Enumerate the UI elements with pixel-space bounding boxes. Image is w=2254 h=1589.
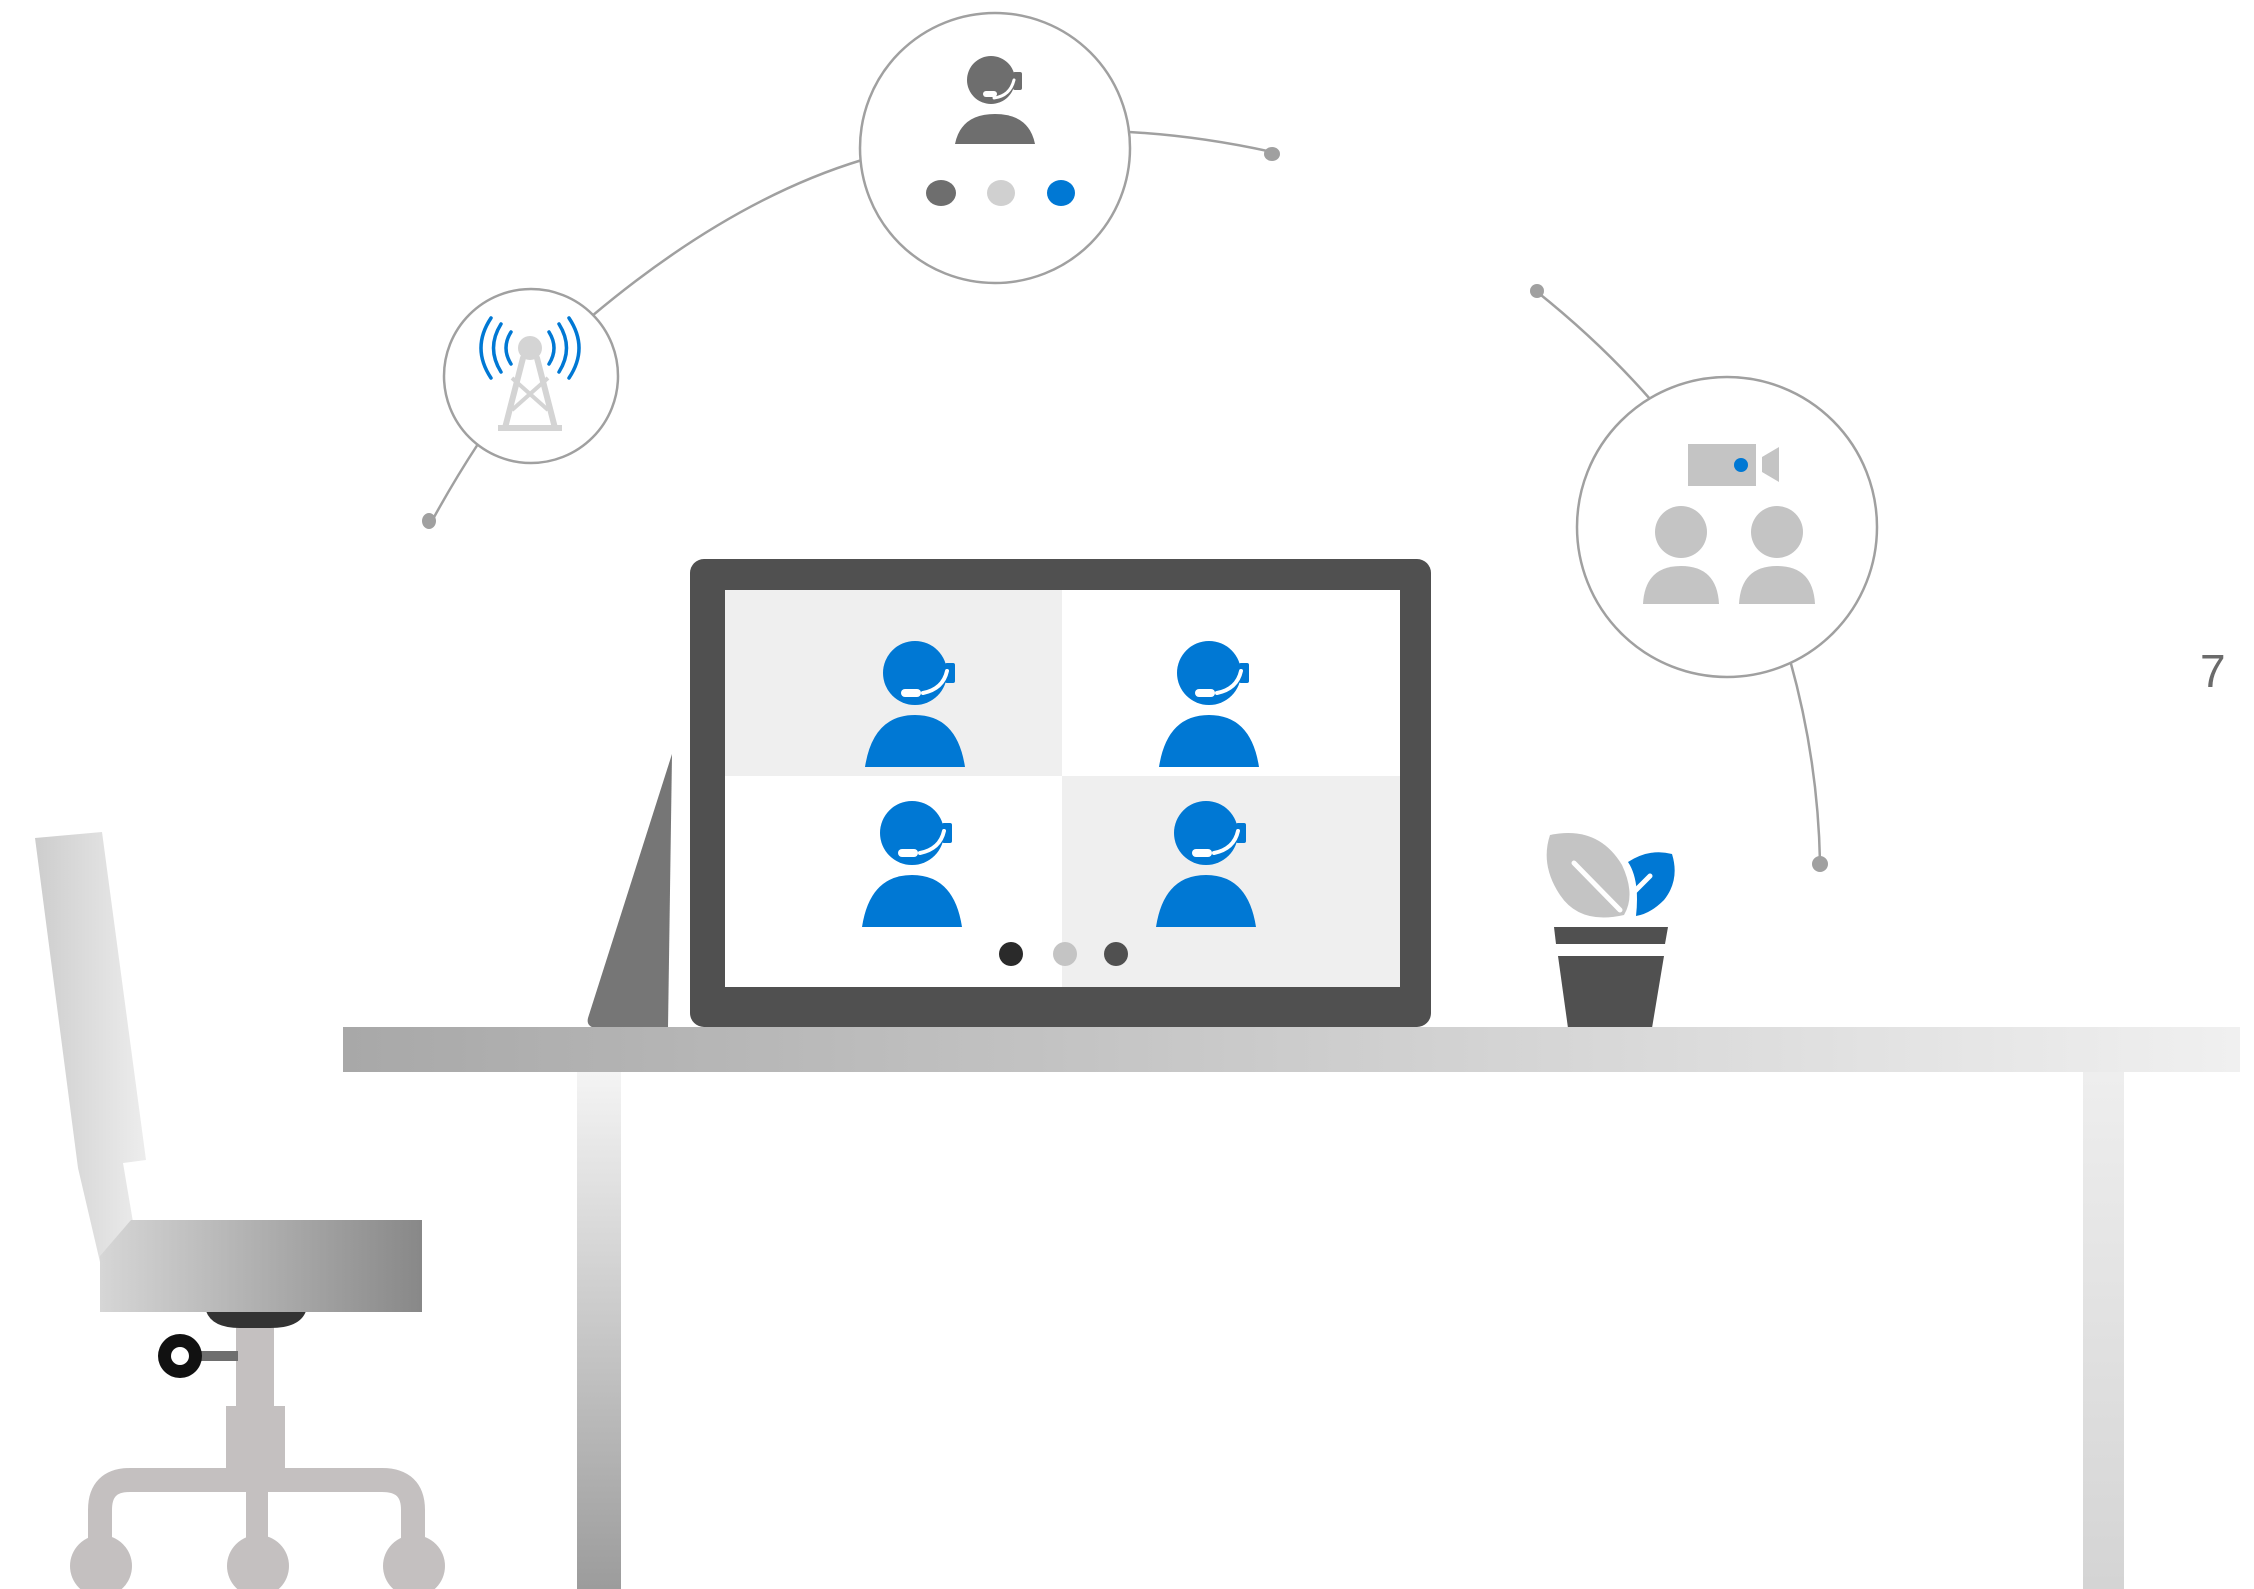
plant-icon [1546, 833, 1675, 1028]
tablet-kickstand [587, 754, 672, 1028]
desk-leg-left [577, 1072, 621, 1589]
tablet-device [690, 559, 1431, 1027]
tower-to-agent-line [591, 158, 863, 317]
cell-tower-bubble [442, 287, 620, 465]
screen-pager-dots [999, 942, 1128, 966]
agent-status-dots [926, 180, 1075, 206]
office-chair [35, 832, 445, 1589]
meeting-line-upper [1535, 290, 1651, 400]
desk-leg-right [2083, 1072, 2124, 1589]
desk [343, 1027, 2240, 1589]
support-agent-bubble [858, 11, 1132, 285]
meeting-line-lower [1788, 659, 1822, 863]
meeting-room-bubble [1575, 375, 1879, 679]
remote-work-illustration [35, 11, 2240, 1589]
tower-line-lower [431, 443, 480, 520]
page-number: 7 [2200, 645, 2226, 697]
desk-top [343, 1027, 2240, 1072]
agent-line-right [1128, 130, 1273, 154]
